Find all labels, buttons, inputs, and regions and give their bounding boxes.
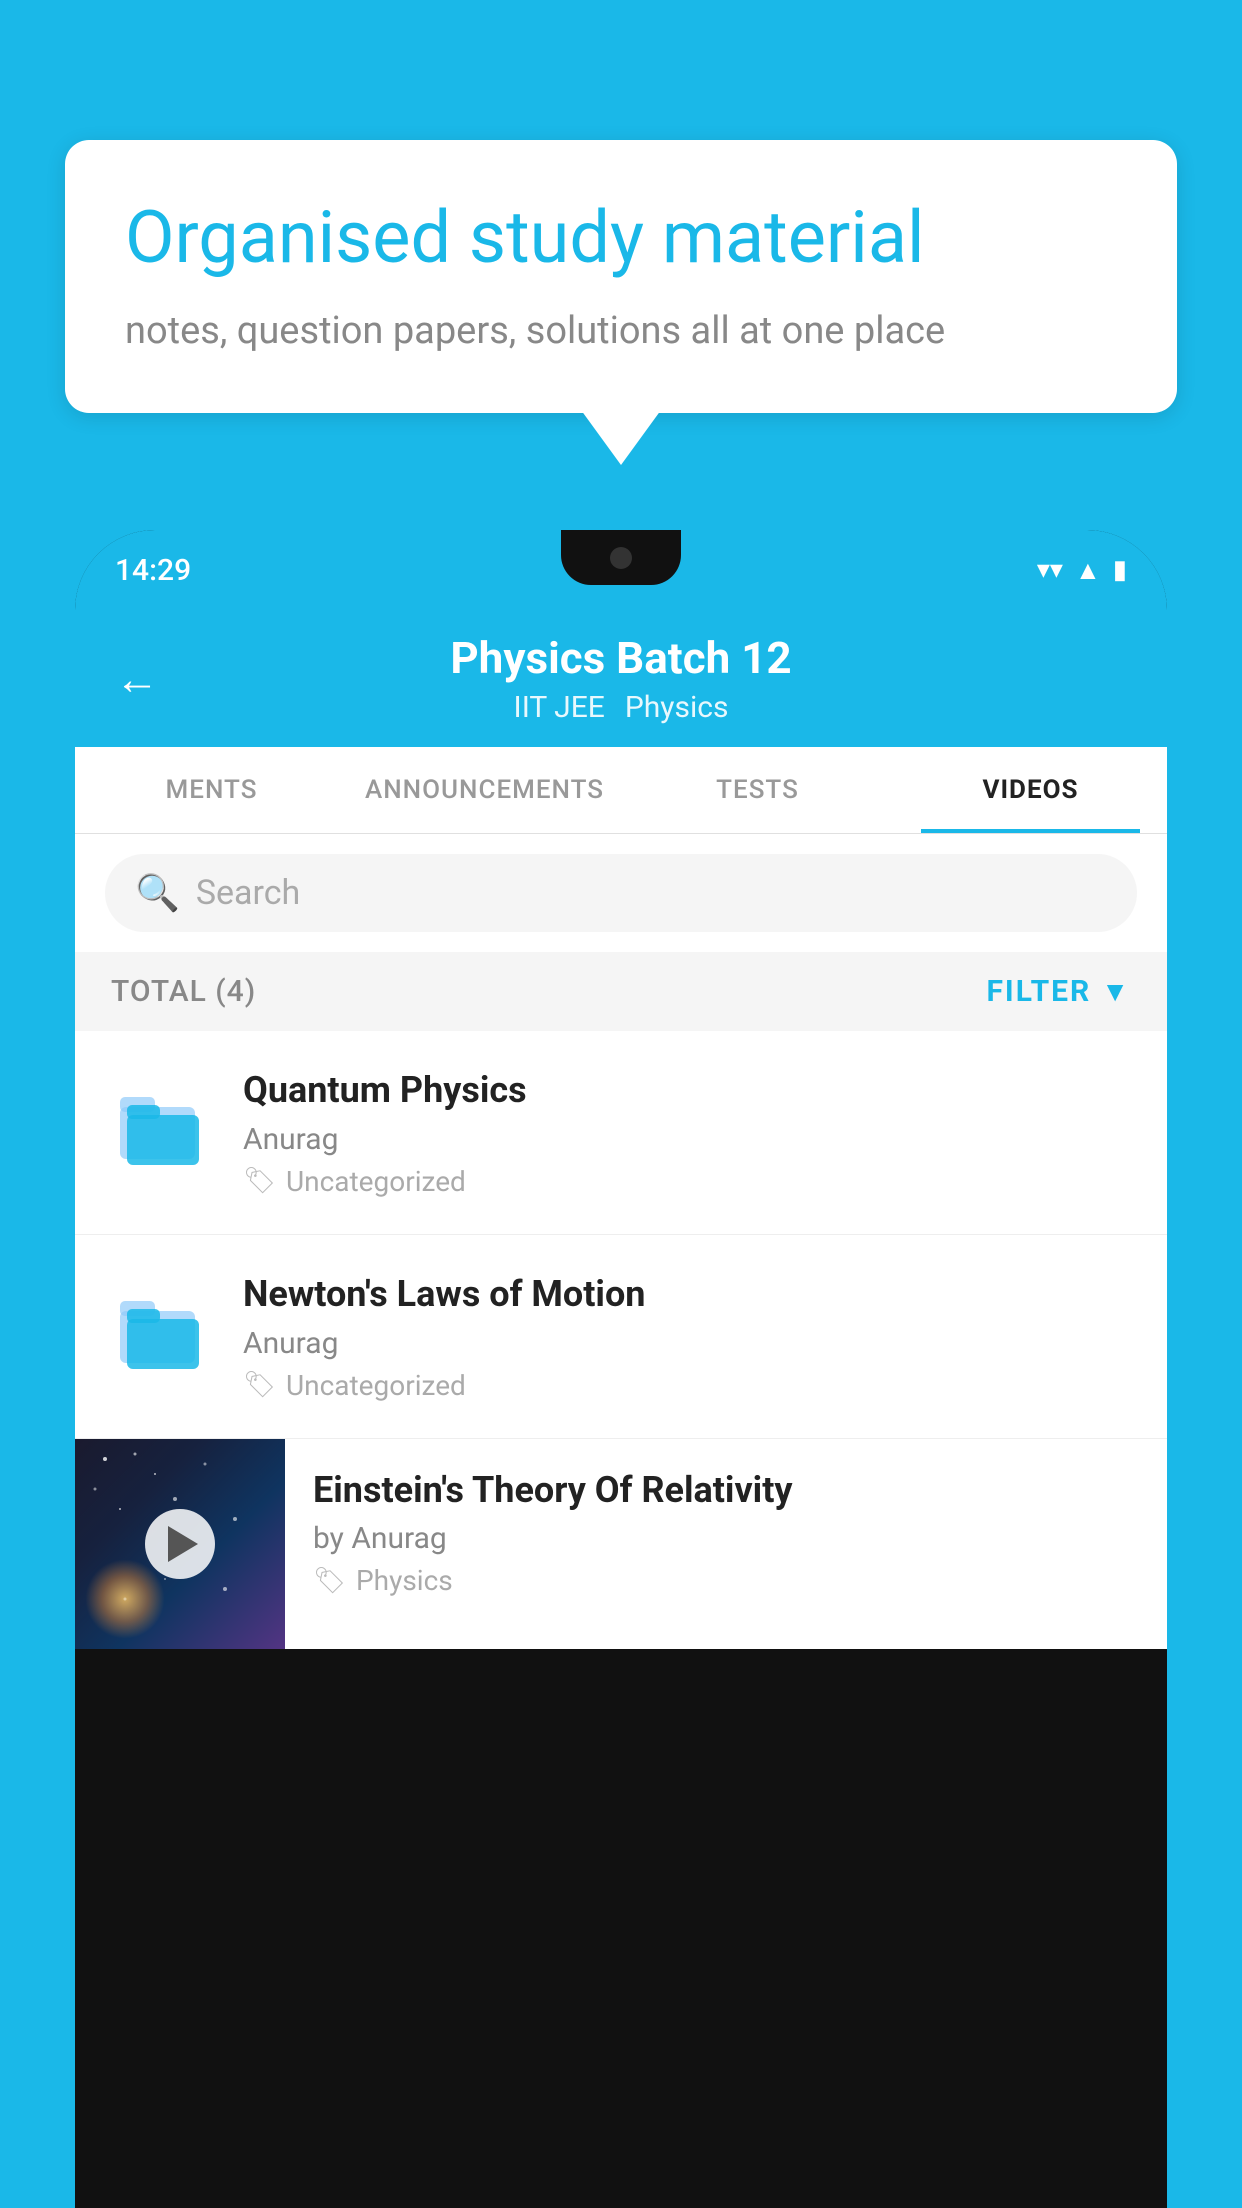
search-icon: 🔍 xyxy=(135,872,180,914)
bubble-subtitle: notes, question papers, solutions all at… xyxy=(125,309,1117,353)
video-thumbnail xyxy=(75,1439,285,1649)
tag-label: Uncategorized xyxy=(286,1165,466,1198)
tab-ments[interactable]: MENTS xyxy=(75,747,348,833)
folder-icon xyxy=(115,1077,205,1167)
filter-button[interactable]: FILTER ▼ xyxy=(986,974,1131,1009)
header-subtitle-part2: Physics xyxy=(625,690,729,725)
status-bar: 14:29 ▾▾ ▲ ▮ xyxy=(75,530,1167,610)
phone-frame: 14:29 ▾▾ ▲ ▮ ← Physics Batch 12 IIT JEE … xyxy=(75,530,1167,2208)
speech-bubble-container: Organised study material notes, question… xyxy=(65,140,1177,413)
tab-tests[interactable]: TESTS xyxy=(621,747,894,833)
tag-icon: 🏷 xyxy=(243,1166,276,1196)
tag-icon: 🏷 xyxy=(243,1370,276,1400)
bubble-title: Organised study material xyxy=(125,195,1117,281)
list-item[interactable]: Newton's Laws of Motion Anurag 🏷 Uncateg… xyxy=(75,1235,1167,1439)
signal-icon: ▲ xyxy=(1075,555,1101,586)
battery-icon: ▮ xyxy=(1113,555,1127,585)
video-tag: 🏷 Physics xyxy=(313,1564,1137,1597)
video-author: Anurag xyxy=(243,1122,1137,1157)
status-time: 14:29 xyxy=(115,553,191,588)
tag-label: Physics xyxy=(356,1564,453,1597)
list-item[interactable]: Einstein's Theory Of Relativity by Anura… xyxy=(75,1439,1167,1649)
video-title: Quantum Physics xyxy=(243,1067,1137,1114)
video-author: Anurag xyxy=(243,1326,1137,1361)
header-subtitle-part1: IIT JEE xyxy=(514,690,605,725)
total-count: TOTAL (4) xyxy=(111,974,256,1009)
video-title: Newton's Laws of Motion xyxy=(243,1271,1137,1318)
tag-icon: 🏷 xyxy=(313,1566,346,1596)
tag-label: Uncategorized xyxy=(286,1369,466,1402)
wifi-icon: ▾▾ xyxy=(1037,555,1063,585)
list-item[interactable]: Quantum Physics Anurag 🏷 Uncategorized xyxy=(75,1031,1167,1235)
back-button[interactable]: ← xyxy=(115,653,159,705)
notch xyxy=(561,530,681,585)
tabs-bar: MENTS ANNOUNCEMENTS TESTS VIDEOS xyxy=(75,747,1167,834)
video-author: by Anurag xyxy=(313,1521,1137,1556)
content-area: Quantum Physics Anurag 🏷 Uncategorized xyxy=(75,1031,1167,1649)
folder-icon-container xyxy=(105,1067,215,1177)
search-placeholder: Search xyxy=(196,873,300,913)
stars-decoration xyxy=(75,1439,285,1649)
video-info: Einstein's Theory Of Relativity by Anura… xyxy=(285,1439,1137,1626)
video-info: Quantum Physics Anurag 🏷 Uncategorized xyxy=(243,1067,1137,1198)
app-header: ← Physics Batch 12 IIT JEE Physics xyxy=(75,610,1167,747)
video-tag: 🏷 Uncategorized xyxy=(243,1369,1137,1402)
video-info: Newton's Laws of Motion Anurag 🏷 Uncateg… xyxy=(243,1271,1137,1402)
filter-label: FILTER xyxy=(986,974,1091,1009)
header-title: Physics Batch 12 xyxy=(450,632,791,684)
camera-dot xyxy=(610,547,632,569)
filter-bar: TOTAL (4) FILTER ▼ xyxy=(75,952,1167,1031)
folder-icon-container xyxy=(105,1271,215,1381)
video-tag: 🏷 Uncategorized xyxy=(243,1165,1137,1198)
status-icons: ▾▾ ▲ ▮ xyxy=(1037,555,1127,586)
speech-bubble: Organised study material notes, question… xyxy=(65,140,1177,413)
search-bar[interactable]: 🔍 Search xyxy=(105,854,1137,932)
folder-icon xyxy=(115,1281,205,1371)
video-title: Einstein's Theory Of Relativity xyxy=(313,1467,1137,1514)
header-subtitle: IIT JEE Physics xyxy=(514,690,729,725)
search-container: 🔍 Search xyxy=(75,834,1167,952)
filter-icon: ▼ xyxy=(1101,975,1131,1008)
tab-videos[interactable]: VIDEOS xyxy=(894,747,1167,833)
tab-announcements[interactable]: ANNOUNCEMENTS xyxy=(348,747,621,833)
